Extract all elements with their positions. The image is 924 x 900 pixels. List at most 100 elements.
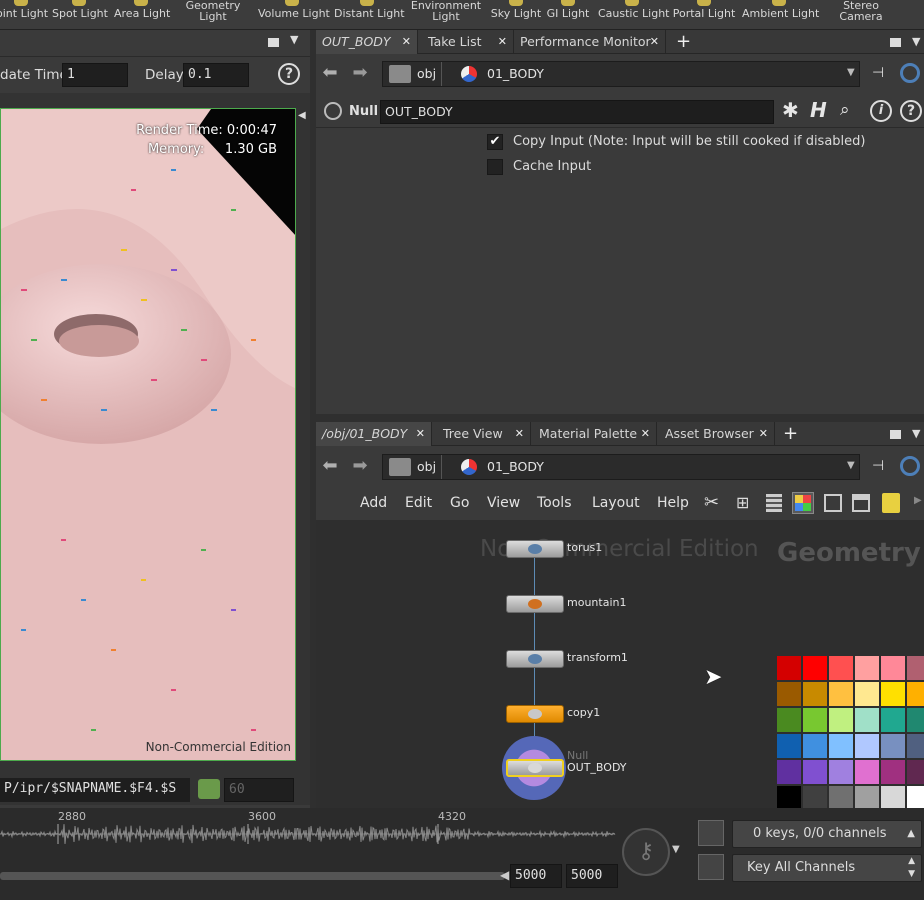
menu-add[interactable]: Add (360, 490, 387, 516)
gear-icon[interactable]: ✱ (782, 98, 799, 122)
link-icon[interactable] (900, 456, 920, 476)
color-swatch[interactable] (803, 786, 827, 808)
stereo-camera-tool[interactable]: Stereo Camera (836, 0, 886, 30)
color-swatch[interactable] (881, 656, 905, 680)
menu-help[interactable]: Help (657, 490, 689, 516)
close-icon[interactable]: ✕ (402, 30, 411, 54)
geometry-light-tool[interactable]: Geometry Light (180, 0, 246, 30)
back-arrow-icon[interactable]: ⬅ (320, 457, 340, 475)
output-path-field[interactable]: P/ipr/$SNAPNAME.$F4.$S (0, 778, 190, 802)
color-swatch[interactable] (803, 734, 827, 758)
volume-light-tool[interactable]: Volume Light (258, 0, 330, 30)
sticky-note-icon[interactable] (882, 493, 900, 513)
color-swatch[interactable] (777, 734, 801, 758)
color-swatch[interactable] (777, 682, 801, 706)
tab-asset-browser[interactable]: Asset Browser ✕ (659, 422, 775, 446)
add-tab-icon[interactable]: + (783, 422, 798, 446)
range-end-field[interactable]: 5000 (566, 864, 618, 888)
color-swatch[interactable] (777, 786, 801, 808)
frame-field[interactable]: 60 (224, 778, 294, 802)
copy-input-checkbox[interactable]: ✔ (487, 134, 503, 150)
tab-tree-view[interactable]: Tree View ✕ (437, 422, 531, 446)
node-gear-icon[interactable] (324, 102, 342, 120)
color-swatch[interactable] (881, 708, 905, 732)
close-icon[interactable]: ✕ (416, 422, 425, 446)
close-icon[interactable]: ✕ (641, 422, 650, 446)
node-name-field[interactable]: OUT_BODY (380, 100, 774, 124)
close-icon[interactable]: ✕ (515, 422, 524, 446)
color-swatch[interactable] (881, 786, 905, 808)
cache-input-checkbox[interactable] (487, 159, 503, 175)
color-swatch[interactable] (881, 760, 905, 784)
range-handle-icon[interactable]: ◀ (500, 868, 509, 882)
info-icon[interactable]: i (870, 100, 892, 122)
menu-go[interactable]: Go (450, 490, 469, 516)
environment-light-tool[interactable]: Environment Light (410, 0, 482, 30)
chevron-down-icon[interactable]: ▼ (847, 460, 855, 471)
update-time-field[interactable]: 1 (62, 63, 128, 87)
path-breadcrumb[interactable]: obj 01_BODY ▼ (382, 61, 860, 87)
range-start-field[interactable]: 5000 (510, 864, 562, 888)
node-torus1[interactable] (506, 540, 564, 558)
node-mountain1[interactable] (506, 595, 564, 613)
tab-network[interactable]: /obj/01_BODY ✕ (316, 422, 432, 446)
path-root[interactable]: obj (417, 62, 436, 86)
color-swatch[interactable] (855, 760, 879, 784)
color-swatch[interactable] (855, 734, 879, 758)
spot-light-tool[interactable]: Spot Light (52, 0, 108, 30)
menu-tools[interactable]: Tools (537, 490, 572, 516)
menu-view[interactable]: View (487, 490, 520, 516)
houdini-help-icon[interactable]: H (810, 98, 827, 122)
color-swatch[interactable] (829, 786, 853, 808)
ambient-light-tool[interactable]: Ambient Light (742, 0, 819, 30)
path-root[interactable]: obj (417, 455, 436, 479)
color-swatch[interactable] (907, 708, 924, 732)
range-slider[interactable] (0, 872, 505, 880)
color-swatch[interactable] (907, 656, 924, 680)
tree-icon[interactable]: ⊞ (736, 493, 749, 512)
render-viewport[interactable]: Render Time: 0:00:47 Memory: 1.30 GB Non… (0, 108, 296, 761)
caustic-light-tool[interactable]: Caustic Light (598, 0, 670, 30)
search-icon[interactable]: ⌕ (840, 100, 850, 120)
path-breadcrumb[interactable]: obj 01_BODY ▼ (382, 454, 860, 480)
chevron-up-icon[interactable]: ▲ (907, 821, 915, 847)
network-box-icon[interactable] (852, 494, 870, 512)
portal-light-tool[interactable]: Portal Light (672, 0, 736, 30)
pane-splitter[interactable] (316, 414, 924, 422)
pane-menu-icon[interactable]: ▼ (912, 35, 920, 48)
menu-edit[interactable]: Edit (405, 490, 432, 516)
list-view-icon[interactable] (766, 494, 782, 512)
tab-performance-monitor[interactable]: Performance Monitor ✕ (514, 30, 666, 54)
color-swatch[interactable] (907, 734, 924, 758)
network-editor[interactable]: Non-Commercial Edition Geometry torus1 m… (316, 520, 924, 808)
color-swatch[interactable] (855, 682, 879, 706)
auto-key-icon[interactable] (698, 820, 724, 846)
node-copy1[interactable] (506, 705, 564, 723)
key-all-channels-dropdown[interactable]: Key All Channels ▲ ▼ (732, 854, 922, 882)
color-swatch[interactable] (777, 656, 801, 680)
color-swatch[interactable] (829, 760, 853, 784)
close-icon[interactable]: ✕ (498, 30, 507, 54)
path-node[interactable]: 01_BODY (487, 455, 544, 479)
area-light-tool[interactable]: Area Light (114, 0, 170, 30)
color-swatch[interactable] (881, 682, 905, 706)
gi-light-tool[interactable]: GI Light (546, 0, 590, 30)
grid-icon[interactable] (824, 494, 842, 512)
tab-take-list[interactable]: Take List ✕ (422, 30, 514, 54)
color-swatch[interactable] (803, 682, 827, 706)
forward-arrow-icon[interactable]: ➡ (350, 64, 370, 82)
node-transform1[interactable] (506, 650, 564, 668)
color-swatch[interactable] (803, 708, 827, 732)
color-swatch[interactable] (777, 760, 801, 784)
node-out-body[interactable] (506, 759, 564, 777)
color-swatch[interactable] (803, 656, 827, 680)
delay-field[interactable]: 0.1 (183, 63, 249, 87)
collapse-arrow-icon[interactable]: ◀ (298, 110, 306, 121)
help-button[interactable]: ? (278, 63, 300, 85)
pin-icon[interactable]: ⊣ (872, 458, 884, 474)
tab-out-body[interactable]: OUT_BODY ✕ (316, 30, 418, 54)
color-swatch[interactable] (907, 786, 924, 808)
chevron-down-icon[interactable]: ▼ (672, 844, 680, 855)
close-icon[interactable]: ✕ (759, 422, 768, 446)
color-swatch[interactable] (907, 760, 924, 784)
